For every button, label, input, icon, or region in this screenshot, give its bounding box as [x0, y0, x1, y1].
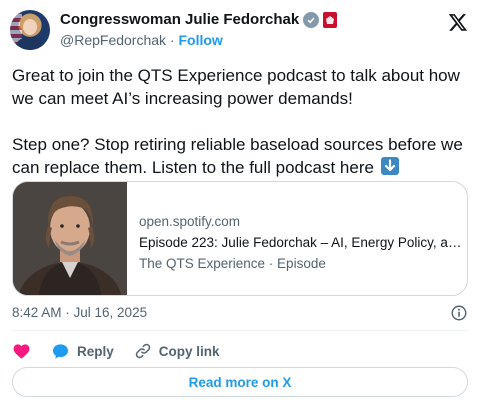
follow-button[interactable]: Follow	[179, 32, 223, 48]
divider	[12, 330, 468, 331]
link-domain: open.spotify.com	[139, 214, 241, 229]
x-logo-icon[interactable]	[448, 12, 468, 32]
read-more-button[interactable]: Read more on X	[12, 367, 468, 397]
tweet-header: Congresswoman Julie Fedorchak @RepFedorc…	[10, 8, 470, 52]
copy-link-label: Copy link	[158, 343, 220, 359]
avatar-body	[14, 37, 46, 50]
verified-badge-icon	[303, 11, 320, 28]
author-avatar[interactable]	[10, 10, 50, 50]
avatar-face	[23, 19, 37, 35]
tweet-meta-row: 8:42 AM · Jul 16, 2025	[12, 304, 468, 322]
down-arrow-emoji-icon	[380, 157, 399, 175]
info-icon[interactable]	[450, 304, 468, 322]
tweet-paragraph-1: Great to join the QTS Experience podcast…	[12, 66, 460, 108]
link-chain-icon	[135, 343, 151, 359]
author-handle[interactable]: @RepFedorchak	[60, 32, 166, 48]
author-handle-row: @RepFedorchak · Follow	[60, 32, 223, 48]
author-name[interactable]: Congresswoman Julie Fedorchak	[60, 11, 299, 28]
copy-link-button[interactable]: Copy link	[134, 342, 220, 360]
tweet-paragraph-2-wrapper: Step one? Stop retiring reliable baseloa…	[12, 133, 468, 179]
link-title: Episode 223: Julie Fedorchak – AI, Energ…	[139, 235, 463, 250]
link-subtitle: The QTS Experience · Episode	[139, 256, 326, 271]
like-button[interactable]	[12, 342, 31, 361]
tweet-actions: Reply Copy link	[12, 340, 240, 362]
reply-button[interactable]: Reply	[51, 342, 114, 361]
heart-icon	[13, 343, 30, 359]
reply-bubble-icon	[52, 343, 69, 359]
link-preview-card[interactable]: open.spotify.com Episode 223: Julie Fedo…	[12, 181, 468, 296]
house-seal-affiliation-icon[interactable]	[323, 11, 338, 28]
tweet-timestamp[interactable]: 8:42 AM · Jul 16, 2025	[12, 305, 147, 320]
podcast-thumbnail-image	[13, 182, 127, 295]
handle-separator: ·	[169, 32, 175, 48]
link-card-body: open.spotify.com Episode 223: Julie Fedo…	[139, 212, 463, 273]
reply-label: Reply	[77, 343, 114, 359]
author-name-row: Congresswoman Julie Fedorchak	[60, 11, 338, 28]
tweet-text: Great to join the QTS Experience podcast…	[12, 64, 468, 179]
